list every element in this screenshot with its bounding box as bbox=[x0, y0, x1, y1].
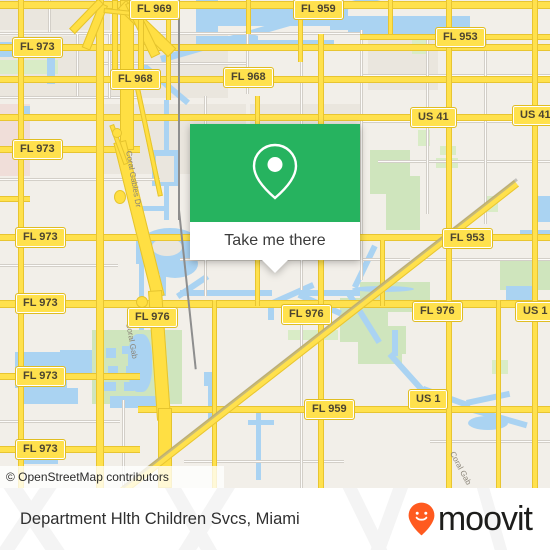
moovit-smiley-pin-icon bbox=[408, 502, 435, 536]
take-me-there-button[interactable]: Take me there bbox=[190, 222, 360, 260]
road-shield: FL 976 bbox=[127, 307, 178, 328]
page-footer: Department Hlth Children Svcs, Miami moo… bbox=[0, 488, 550, 550]
road-shield: FL 959 bbox=[293, 0, 344, 20]
road-shield: US 1 bbox=[514, 301, 550, 322]
road-shield: FL 969 bbox=[129, 0, 180, 20]
road-shield: FL 973 bbox=[12, 139, 63, 160]
road-shield: FL 973 bbox=[15, 439, 66, 460]
road-shield: FL 968 bbox=[223, 67, 274, 88]
road-shield: FL 953 bbox=[442, 228, 493, 249]
moovit-wordmark: moovit bbox=[437, 500, 533, 538]
location-popup[interactable]: Take me there bbox=[190, 124, 360, 273]
moovit-logo[interactable]: moovit bbox=[408, 488, 533, 550]
popup-header bbox=[190, 124, 360, 222]
map-pin-icon bbox=[250, 140, 300, 207]
road-shield: FL 973 bbox=[15, 227, 66, 248]
road-shield: US 41 bbox=[410, 107, 457, 128]
road-shield: US 41 bbox=[512, 105, 550, 126]
attribution-text: © OpenStreetMap contributors bbox=[6, 470, 169, 484]
take-me-there-label: Take me there bbox=[224, 232, 326, 249]
attribution-bar[interactable]: © OpenStreetMap contributors bbox=[0, 466, 224, 488]
popup-pointer bbox=[262, 260, 288, 273]
road-shield: FL 973 bbox=[15, 293, 66, 314]
footer-title: Department Hlth Children Svcs, Miami bbox=[20, 488, 300, 550]
road-shield: FL 968 bbox=[110, 69, 161, 90]
road-shield: FL 973 bbox=[12, 37, 63, 58]
map-canvas[interactable]: Coral Gables Dr Coral Gab Coral Gab FL 9… bbox=[0, 0, 550, 488]
road-shield: FL 953 bbox=[435, 27, 486, 48]
place-name-label: Department Hlth Children Svcs, Miami bbox=[20, 509, 300, 528]
road-shield: FL 976 bbox=[412, 301, 463, 322]
road-shield: FL 973 bbox=[15, 366, 66, 387]
road-shield: FL 976 bbox=[281, 304, 332, 325]
road-shield: FL 959 bbox=[304, 399, 355, 420]
road-shield: US 1 bbox=[407, 389, 449, 410]
map-page: Coral Gables Dr Coral Gab Coral Gab FL 9… bbox=[0, 0, 550, 550]
